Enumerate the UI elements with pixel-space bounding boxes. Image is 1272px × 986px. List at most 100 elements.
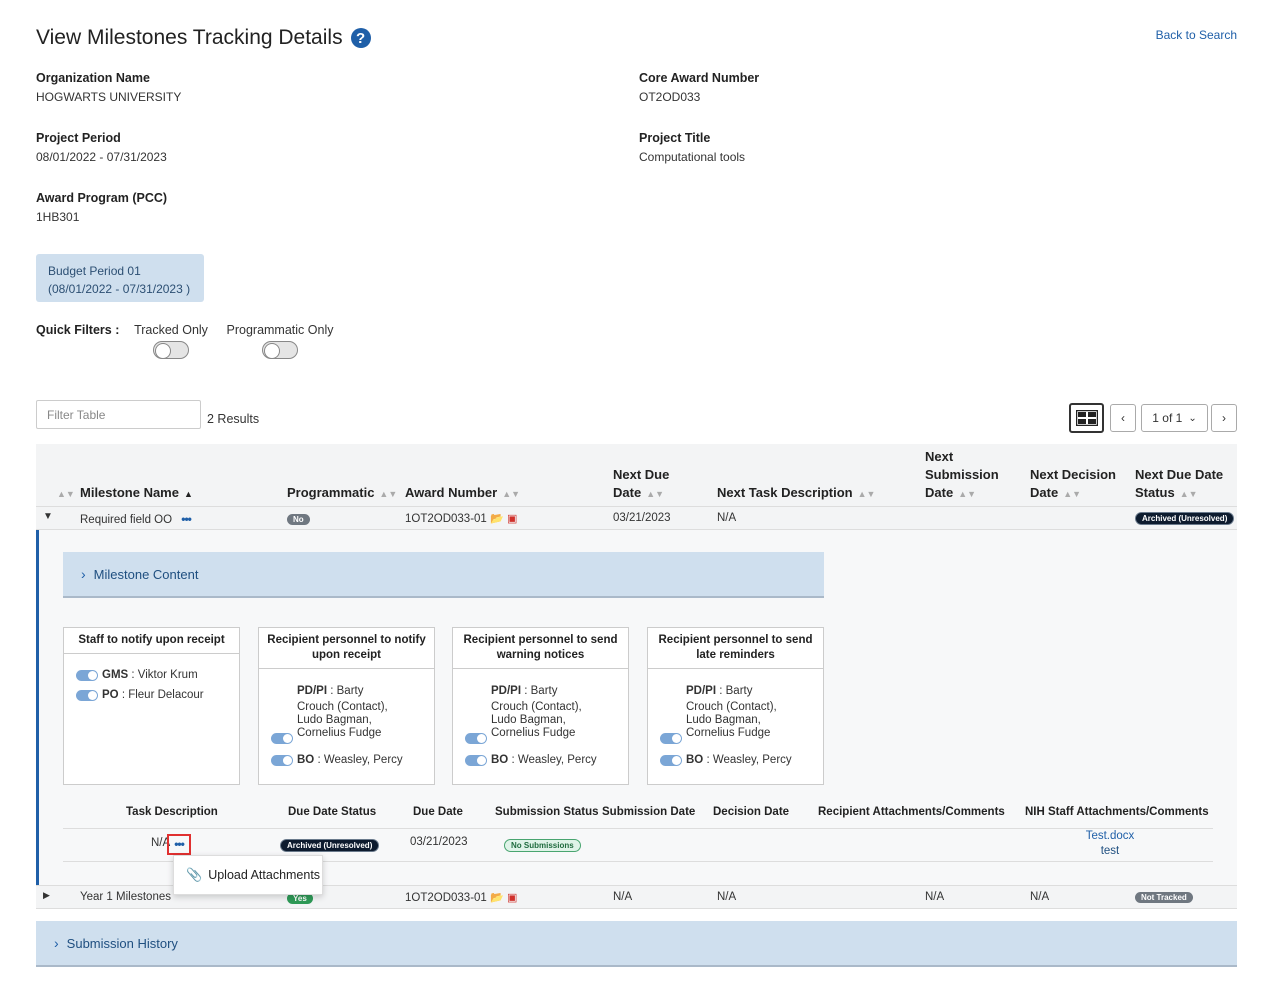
- sub-due-status: Archived (Unresolved): [280, 837, 380, 852]
- pdpi-value-3: Ludo Bagman,: [491, 714, 566, 726]
- sort-icon: ▲▼: [1063, 489, 1082, 499]
- folder-icon[interactable]: 📂: [490, 892, 504, 904]
- submission-history-accordion[interactable]: › Submission History: [36, 921, 1237, 967]
- pdpi-value-4: Cornelius Fudge: [686, 727, 771, 739]
- status-badge: Not Tracked: [1135, 891, 1193, 903]
- col-next-submission-date[interactable]: Next Submission Date ▲▼: [925, 448, 999, 503]
- tracked-only-label: Tracked Only: [134, 323, 208, 337]
- page-select[interactable]: 1 of 1 ⌄: [1141, 404, 1208, 432]
- tracked-only-toggle[interactable]: [153, 341, 189, 359]
- award-program-field: Award Program (PCC) 1HB301: [36, 191, 167, 224]
- col-next-status-label-1: Next Due Date: [1135, 467, 1224, 482]
- filter-table-input[interactable]: [36, 400, 201, 429]
- programmatic-badge: No: [287, 513, 310, 525]
- budget-period-name: Budget Period 01: [48, 264, 141, 278]
- award-number-link[interactable]: 1OT2OD033-01: [405, 892, 487, 904]
- sort-icon: ▲▼: [379, 489, 398, 499]
- task-more-options-button[interactable]: •••: [167, 834, 191, 855]
- core-award-label: Core Award Number: [639, 71, 760, 85]
- award-number: 1OT2OD033-01 📂 ▣: [405, 891, 517, 904]
- bo-label: BO: [686, 754, 704, 766]
- next-page-button[interactable]: ›: [1211, 404, 1237, 432]
- org-name-field: Organization Name HOGWARTS UNIVERSITY: [36, 71, 181, 104]
- pdpi-value-1: : Barty: [521, 685, 558, 697]
- pdpi-line: PD/PI : Barty Crouch (Contact), Ludo Bag…: [297, 685, 388, 740]
- project-period-label: Project Period: [36, 131, 121, 145]
- chevron-left-icon: ‹: [1121, 411, 1125, 425]
- milestone-content-accordion[interactable]: › Milestone Content: [63, 552, 824, 598]
- sub-status-badge: No Submissions: [504, 839, 581, 852]
- card-title: Staff to notify upon receipt: [64, 628, 239, 654]
- table-row: ▼ Required field OO ••• No 1OT2OD033-01 …: [36, 506, 1237, 530]
- col-next-decision-date[interactable]: Next Decision Date ▲▼: [1030, 466, 1116, 503]
- bo-toggle[interactable]: [271, 755, 293, 766]
- row-actions-menu: 📎 Upload Attachments: [173, 855, 323, 895]
- folder-icon[interactable]: 📂: [490, 513, 504, 525]
- col-programmatic[interactable]: Programmatic ▲▼: [287, 484, 397, 503]
- page-title: View Milestones Tracking Details ?: [36, 26, 371, 50]
- award-program-label: Award Program (PCC): [36, 191, 168, 205]
- recipient-notify-card: Recipient personnel to notify upon receip…: [258, 627, 435, 785]
- warning-notices-card: Recipient personnel to send warning notic…: [452, 627, 629, 785]
- bo-line: BO : Weasley, Percy: [297, 754, 403, 767]
- sort-icon[interactable]: ▲▼: [52, 484, 75, 503]
- budget-period-tab[interactable]: Budget Period 01 (08/01/2022 - 07/31/202…: [36, 254, 204, 302]
- card-title: Recipient personnel to notify upon receip…: [259, 628, 434, 669]
- bo-label: BO: [297, 754, 315, 766]
- card-title: Recipient personnel to send warning notic…: [453, 628, 628, 669]
- pdpi-toggle[interactable]: [660, 733, 682, 744]
- prev-page-button[interactable]: ‹: [1110, 404, 1136, 432]
- gms-label: GMS: [102, 669, 129, 681]
- pdpi-toggle[interactable]: [271, 733, 293, 744]
- page-select-value: 1 of 1: [1152, 411, 1183, 425]
- col-next-task[interactable]: Next Task Description ▲▼: [717, 484, 875, 503]
- table-header: ▲▼ Milestone Name ▲ Programmatic ▲▼ Award …: [36, 444, 1237, 506]
- bo-label: BO: [491, 754, 509, 766]
- bo-value: : Weasley, Percy: [314, 754, 403, 766]
- pdf-icon[interactable]: ▣: [507, 892, 517, 904]
- quick-filters-label: Quick Filters :: [36, 323, 120, 337]
- col-award-number[interactable]: Award Number ▲▼: [405, 484, 520, 503]
- project-title-value: Computational tools: [639, 150, 746, 164]
- milestone-name-text: Required field OO: [80, 514, 173, 526]
- chevron-down-icon: ⌄: [1188, 412, 1197, 424]
- pdpi-toggle[interactable]: [465, 733, 487, 744]
- next-due-date: N/A: [613, 891, 633, 903]
- project-title-label: Project Title: [639, 131, 711, 145]
- back-to-search-link[interactable]: Back to Search: [1156, 28, 1237, 42]
- card-title: Recipient personnel to send late reminder…: [648, 628, 823, 669]
- col-next-due-date-label-1: Next Due: [613, 467, 670, 482]
- grid-view-button[interactable]: [1069, 403, 1104, 433]
- pdf-icon[interactable]: ▣: [507, 513, 517, 525]
- gms-toggle[interactable]: [76, 670, 98, 681]
- sub-col-due-date: Due Date: [413, 806, 463, 818]
- grid-view-icon: [1075, 410, 1098, 426]
- programmatic-only-toggle[interactable]: [262, 341, 298, 359]
- col-milestone-name[interactable]: Milestone Name ▲: [80, 484, 193, 503]
- sub-col-sub-status: Submission Status: [495, 806, 599, 818]
- card-title-2: late reminders: [696, 649, 775, 661]
- expand-caret-icon[interactable]: ▶: [43, 890, 50, 901]
- card-title-1: Recipient personnel to notify: [267, 634, 426, 646]
- next-sub-date: N/A: [925, 891, 945, 903]
- sub-col-sub-date: Submission Date: [602, 806, 696, 818]
- bo-toggle[interactable]: [465, 755, 487, 766]
- gms-value: : Viktor Krum: [128, 669, 198, 681]
- po-line: PO : Fleur Delacour: [102, 689, 204, 702]
- po-toggle[interactable]: [76, 690, 98, 701]
- more-options-icon[interactable]: •••: [181, 512, 192, 526]
- award-number-link[interactable]: 1OT2OD033-01: [405, 513, 487, 525]
- bo-toggle[interactable]: [660, 755, 682, 766]
- bo-value: : Weasley, Percy: [703, 754, 792, 766]
- chevron-right-icon: ›: [81, 566, 86, 582]
- card-title-2: upon receipt: [311, 649, 381, 661]
- sort-icon: ▲▼: [1179, 489, 1198, 499]
- col-next-due-date-status[interactable]: Next Due Date Status ▲▼: [1135, 466, 1223, 503]
- sort-icon: ▲▼: [502, 489, 521, 499]
- chevron-right-icon: ›: [1222, 411, 1226, 425]
- collapse-caret-icon[interactable]: ▼: [43, 511, 53, 522]
- help-icon[interactable]: ?: [350, 28, 371, 48]
- attachment-link[interactable]: Test.docx: [1060, 830, 1160, 842]
- upload-attachments-item[interactable]: Upload Attachments: [208, 868, 320, 882]
- col-next-due-date[interactable]: Next Due Date ▲▼: [613, 466, 669, 503]
